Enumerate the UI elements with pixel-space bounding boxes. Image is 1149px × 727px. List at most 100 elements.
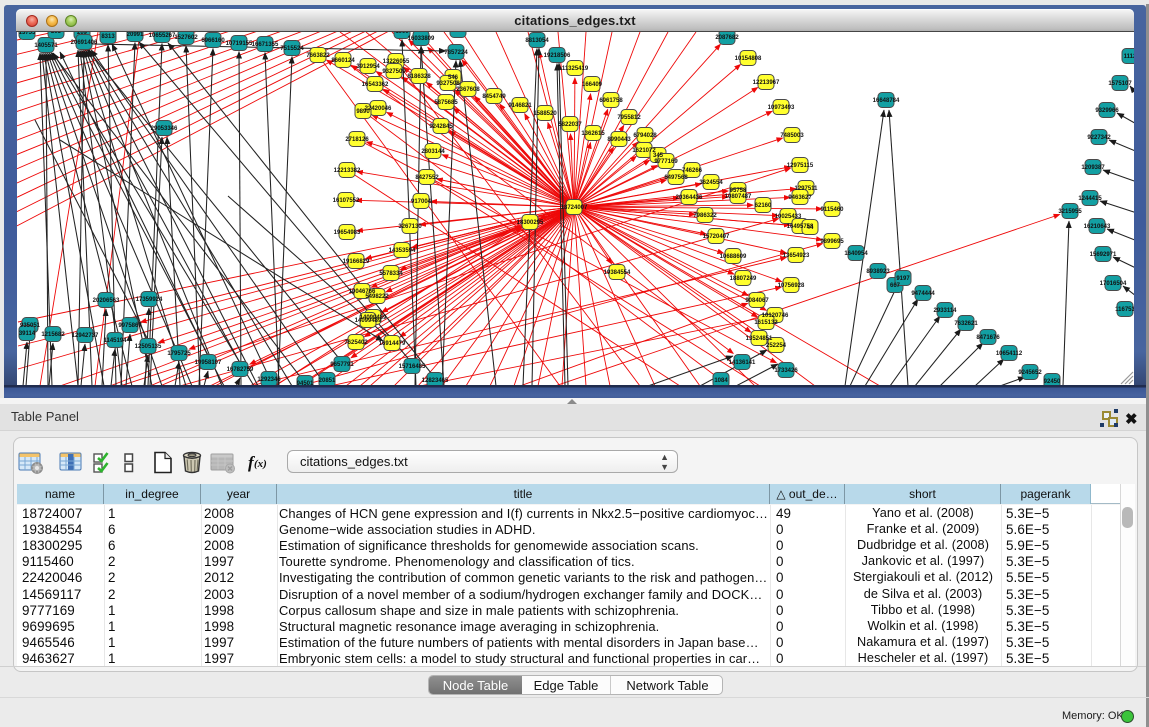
svg-text:1615132: 1615132: [754, 320, 778, 326]
svg-text:18300295: 18300295: [517, 220, 544, 226]
svg-text:13654923: 13654923: [783, 253, 810, 259]
svg-text:20364436: 20364436: [676, 195, 703, 201]
svg-text:7663822: 7663822: [306, 53, 330, 59]
svg-text:10688609: 10688609: [720, 254, 747, 260]
svg-text:8454749: 8454749: [482, 94, 506, 100]
svg-text:1145194: 1145194: [103, 338, 127, 344]
svg-text:9463627: 9463627: [788, 195, 812, 201]
svg-text:2803144: 2803144: [421, 149, 445, 155]
svg-text:917004: 917004: [411, 199, 432, 205]
svg-text:15720407: 15720407: [703, 234, 730, 240]
svg-text:7632621: 7632621: [954, 321, 978, 327]
svg-text:10807487: 10807487: [725, 194, 752, 200]
svg-text:11325419: 11325419: [562, 66, 589, 72]
svg-text:9146821: 9146821: [508, 103, 532, 109]
svg-text:6966160: 6966160: [201, 38, 225, 44]
svg-text:9245652: 9245652: [1018, 370, 1042, 376]
svg-text:9657791: 9657791: [330, 362, 354, 368]
svg-text:10154808: 10154808: [735, 56, 762, 62]
svg-text:13524851: 13524851: [746, 336, 773, 342]
svg-text:6794028: 6794028: [633, 133, 657, 139]
svg-text:1215682: 1215682: [41, 332, 65, 338]
svg-text:205: 205: [51, 32, 62, 35]
svg-text:19218506: 19218506: [544, 53, 571, 59]
svg-text:8990443: 8990443: [607, 137, 631, 143]
svg-text:2367608: 2367608: [456, 87, 480, 93]
svg-text:7485003: 7485003: [780, 133, 804, 139]
svg-text:9227342: 9227342: [1087, 135, 1111, 141]
svg-text:14136141: 14136141: [729, 360, 756, 366]
svg-text:15692971: 15692971: [1090, 252, 1117, 258]
svg-text:12213967: 12213967: [753, 80, 780, 86]
svg-text:7986322: 7986322: [693, 213, 717, 219]
svg-text:1640954: 1640954: [844, 251, 868, 257]
svg-text:1527602: 1527602: [174, 35, 198, 41]
svg-text:29053346: 29053346: [151, 126, 178, 132]
svg-text:6961758: 6961758: [599, 98, 623, 104]
svg-text:20851: 20851: [319, 378, 336, 384]
svg-text:9327509: 9327509: [382, 69, 406, 75]
svg-text:44: 44: [807, 225, 814, 231]
svg-text:5498222: 5498222: [365, 294, 389, 300]
svg-text:1084: 1084: [714, 378, 728, 384]
svg-text:16210643: 16210643: [1084, 224, 1111, 230]
svg-text:18807249: 18807249: [730, 276, 757, 282]
svg-text:667: 667: [890, 283, 901, 289]
svg-text:9975867: 9975867: [118, 323, 142, 329]
svg-text:10025433: 10025433: [775, 214, 802, 220]
svg-text:14353594: 14353594: [389, 248, 416, 254]
svg-text:5578334: 5578334: [379, 271, 403, 277]
svg-text:2087682: 2087682: [715, 35, 739, 41]
svg-text:16782759: 16782759: [227, 367, 254, 373]
svg-text:12823465: 12823465: [422, 378, 449, 384]
svg-text:9197: 9197: [896, 276, 910, 282]
svg-text:1588520: 1588520: [533, 111, 557, 117]
svg-text:16960: 16960: [450, 32, 467, 34]
svg-text:39114: 39114: [19, 331, 36, 337]
svg-text:9084067: 9084067: [745, 298, 769, 304]
svg-text:1733426: 1733426: [774, 368, 798, 374]
svg-text:62160: 62160: [755, 203, 772, 209]
svg-text:18724007: 18724007: [561, 205, 588, 211]
svg-text:16914479: 16914479: [379, 341, 406, 347]
svg-text:10120746: 10120746: [762, 313, 789, 319]
svg-text:17359924: 17359924: [136, 297, 163, 303]
svg-text:20206563: 20206563: [93, 298, 120, 304]
svg-text:8813054: 8813054: [525, 38, 549, 44]
svg-text:9115460: 9115460: [820, 207, 844, 213]
svg-text:10958107: 10958107: [195, 360, 222, 366]
svg-text:1909: 1909: [395, 32, 409, 35]
svg-text:252254: 252254: [766, 343, 787, 349]
svg-text:19384554: 19384554: [604, 270, 631, 276]
svg-text:1244415: 1244415: [1078, 196, 1102, 202]
svg-text:9899695: 9899695: [820, 239, 844, 245]
svg-text:13755: 13755: [19, 32, 36, 36]
svg-text:1297511: 1297511: [794, 186, 818, 192]
svg-text:20691406: 20691406: [71, 40, 98, 46]
svg-text:16033809: 16033809: [408, 36, 435, 42]
svg-text:1292346: 1292346: [257, 377, 281, 383]
svg-text:166409: 166409: [582, 82, 603, 88]
svg-text:7515524: 7515524: [280, 46, 304, 52]
svg-text:7625402: 7625402: [344, 340, 368, 346]
svg-text:12213382: 12213382: [334, 168, 361, 174]
svg-text:10655267: 10655267: [149, 33, 176, 39]
svg-text:1112: 1112: [1124, 54, 1134, 60]
svg-text:15716485: 15716485: [399, 364, 426, 370]
svg-text:8938923: 8938923: [866, 269, 890, 275]
svg-text:8313: 8313: [101, 34, 115, 40]
svg-text:8471676: 8471676: [976, 335, 1000, 341]
svg-text:3912954: 3912954: [356, 64, 380, 70]
svg-text:12975115: 12975115: [787, 163, 814, 169]
svg-text:10654112: 10654112: [996, 351, 1023, 357]
svg-text:5822037: 5822037: [558, 122, 582, 128]
svg-text:10756928: 10756928: [778, 283, 805, 289]
svg-text:20991: 20991: [127, 32, 144, 38]
svg-text:9777169: 9777169: [654, 159, 678, 165]
svg-text:9474444: 9474444: [911, 291, 935, 297]
svg-text:19654983: 19654983: [334, 230, 361, 236]
svg-text:14099489: 14099489: [355, 318, 382, 324]
svg-text:3215955: 3215955: [1058, 209, 1082, 215]
svg-text:8660124: 8660124: [331, 58, 355, 64]
svg-text:3267130: 3267130: [398, 224, 422, 230]
